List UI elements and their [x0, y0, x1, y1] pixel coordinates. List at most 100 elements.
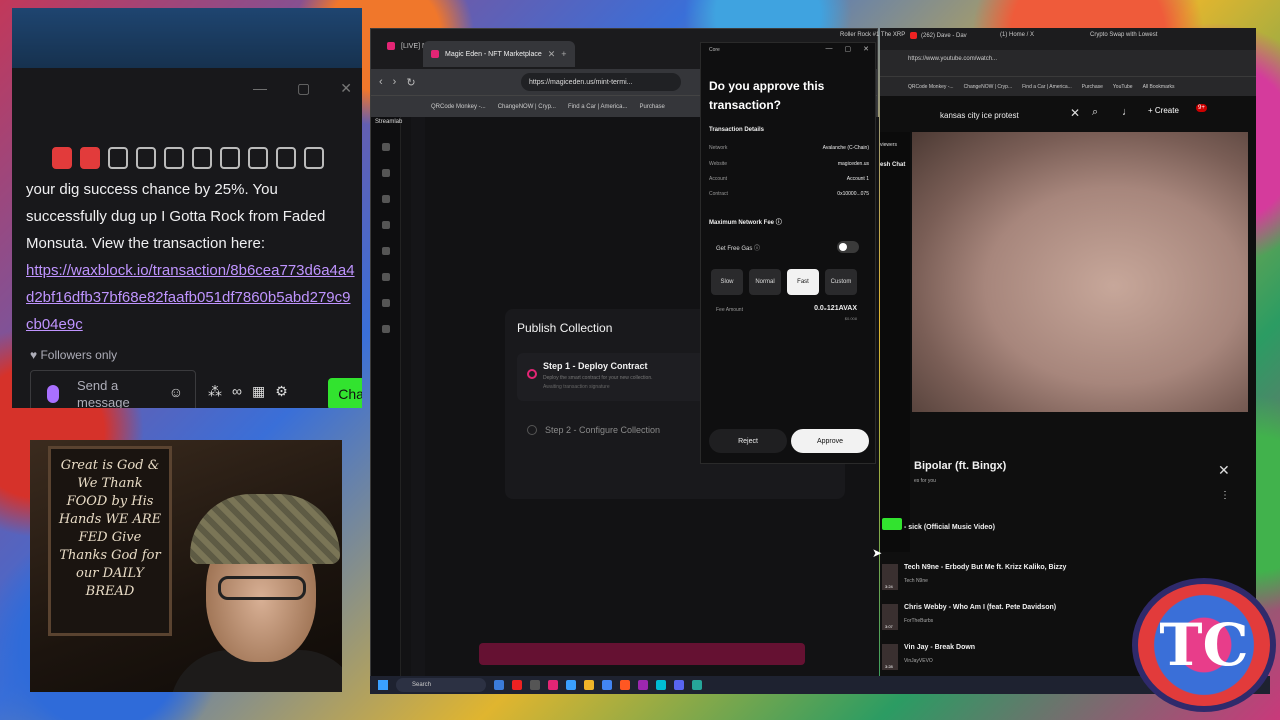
- close-icon[interactable]: ✕: [340, 80, 352, 97]
- create-button[interactable]: + Create: [1148, 106, 1179, 115]
- speed-normal[interactable]: Normal: [749, 269, 781, 295]
- emoji-icon[interactable]: ☺: [169, 384, 183, 400]
- channel-logo: TC: [1132, 578, 1276, 712]
- app-icon[interactable]: [620, 680, 630, 690]
- forward-icon[interactable]: ›: [393, 76, 397, 88]
- folder-icon[interactable]: [584, 680, 594, 690]
- tab-crypto-swap[interactable]: Crypto Swap with Lowest: [1090, 32, 1157, 38]
- speed-custom[interactable]: Custom: [825, 269, 857, 295]
- playlist-item[interactable]: - sick (Official Music Video): [882, 522, 1222, 556]
- playlist-title: Chris Webby - Who Am I (feat. Pete David…: [904, 604, 1057, 611]
- yt-search-input[interactable]: kansas city ice protest: [936, 104, 1086, 126]
- rail-icon[interactable]: [381, 169, 390, 177]
- sidebar-icon[interactable]: [192, 147, 212, 169]
- glasses: [218, 576, 306, 600]
- extension-icon[interactable]: [80, 147, 100, 169]
- yt-url-field[interactable]: https://www.youtube.com/watch...: [908, 56, 997, 62]
- video-player[interactable]: [912, 132, 1248, 412]
- chat-input[interactable]: Send a message ☺: [30, 370, 196, 408]
- discord-icon[interactable]: [674, 680, 684, 690]
- chat-tools: ⁂ ∞ ▦ ⚙: [208, 383, 288, 400]
- tab-magic-eden[interactable]: Magic Eden - NFT Marketplace ✕ +: [423, 41, 575, 67]
- info-icon[interactable]: ⓘ: [754, 246, 760, 252]
- mouse-cursor-icon: ➤: [872, 546, 883, 560]
- tab-roller-rock[interactable]: Roller Rock #1 The XRP: [840, 32, 905, 38]
- search-icon[interactable]: ⌕: [1092, 106, 1098, 119]
- app-icon[interactable]: [512, 680, 522, 690]
- puzzle-icon[interactable]: [108, 147, 128, 169]
- minimize-icon[interactable]: —: [826, 45, 833, 53]
- app-icon[interactable]: [638, 680, 648, 690]
- maximize-icon[interactable]: ▢: [297, 80, 310, 97]
- bookmark-item[interactable]: Purchase: [1082, 84, 1103, 90]
- mix-subtitle: es for you: [914, 478, 936, 484]
- rail-icon[interactable]: [381, 143, 390, 151]
- speed-fast[interactable]: Fast: [787, 269, 819, 295]
- tab-youtube[interactable]: (262) Dave - Dav: [910, 32, 967, 39]
- bookmark-item[interactable]: QRCode Monkey -...: [431, 104, 486, 110]
- music-icon[interactable]: [164, 147, 184, 169]
- maximize-icon[interactable]: ▢: [845, 45, 852, 53]
- reject-button[interactable]: Reject: [709, 429, 787, 453]
- clear-search-icon[interactable]: ✕: [1070, 106, 1080, 120]
- app-icon[interactable]: [692, 680, 702, 690]
- app-icon[interactable]: [566, 680, 576, 690]
- publish-button[interactable]: [479, 643, 805, 665]
- info-icon[interactable]: ⓘ: [776, 220, 782, 226]
- windows-start-icon[interactable]: [378, 680, 388, 690]
- free-gas-toggle[interactable]: [837, 241, 859, 253]
- chat-send-button[interactable]: Chat: [328, 378, 362, 408]
- bookmark-item[interactable]: Purchase: [640, 104, 665, 110]
- rail-icon[interactable]: [381, 195, 390, 203]
- notification-badge[interactable]: 9+: [1196, 104, 1207, 112]
- taskbar-search[interactable]: Search: [396, 678, 486, 692]
- app-icon[interactable]: [548, 680, 558, 690]
- bookmark-item[interactable]: QRCode Monkey -...: [908, 84, 954, 90]
- menu-icon[interactable]: [304, 147, 324, 169]
- url-field[interactable]: https://magiceden.us/mint-termi...: [521, 73, 681, 91]
- bookmark-item[interactable]: ChangeNOW | Cryp...: [964, 84, 1013, 90]
- new-tab-icon[interactable]: +: [561, 49, 566, 59]
- shield-icon[interactable]: [276, 147, 296, 169]
- transaction-link[interactable]: https://waxblock.io/transaction/8b6cea77…: [26, 262, 355, 333]
- chrome-icon[interactable]: [602, 680, 612, 690]
- chat-message: your dig success chance by 25%. You succ…: [26, 176, 356, 338]
- extension-icon[interactable]: [52, 147, 72, 169]
- tab-close-icon[interactable]: ✕: [548, 49, 556, 60]
- close-icon[interactable]: ✕: [1218, 462, 1230, 479]
- approve-button[interactable]: Approve: [791, 429, 869, 453]
- gift-icon[interactable]: ▦: [252, 383, 265, 400]
- rail-icon[interactable]: [381, 325, 390, 333]
- bookmark-item[interactable]: YouTube: [1113, 84, 1133, 90]
- tab-favicon-icon: [387, 42, 395, 50]
- reload-icon[interactable]: ↻: [406, 76, 415, 89]
- rail-icon[interactable]: [381, 273, 390, 281]
- gear-icon[interactable]: ⚙: [275, 383, 288, 400]
- app-icon[interactable]: [530, 680, 540, 690]
- rail-icon[interactable]: [381, 221, 390, 229]
- bits-icon[interactable]: ⁂: [208, 383, 222, 400]
- playlist-channel: Tech N9ne: [904, 578, 928, 584]
- tab-x-home[interactable]: (1) Home / X: [1000, 32, 1034, 38]
- bookmark-item[interactable]: ChangeNOW | Cryp...: [498, 104, 556, 110]
- rail-icon[interactable]: [381, 299, 390, 307]
- back-icon[interactable]: ‹: [379, 76, 383, 88]
- pin-icon[interactable]: [248, 147, 268, 169]
- more-icon[interactable]: ⋮: [1220, 490, 1230, 501]
- chat-line: Monsuta. View the transaction here:: [26, 235, 266, 252]
- clipboard-icon[interactable]: [136, 147, 156, 169]
- bookmark-item[interactable]: Find a Car | America...: [1022, 84, 1072, 90]
- minimize-icon[interactable]: —: [253, 80, 267, 97]
- app-icon[interactable]: [494, 680, 504, 690]
- wallet-icon[interactable]: [220, 147, 240, 169]
- bookmark-item[interactable]: All Bookmarks: [1143, 84, 1175, 90]
- speed-slow[interactable]: Slow: [711, 269, 743, 295]
- app-icon[interactable]: [656, 680, 666, 690]
- mic-icon[interactable]: [47, 385, 59, 403]
- rail-icon[interactable]: [381, 247, 390, 255]
- mic-icon[interactable]: ♩: [1122, 106, 1133, 118]
- close-icon[interactable]: ✕: [863, 45, 869, 53]
- bookmark-item[interactable]: Find a Car | America...: [568, 104, 628, 110]
- chat-header: esh Chat: [880, 162, 906, 168]
- infinity-icon[interactable]: ∞: [232, 383, 242, 400]
